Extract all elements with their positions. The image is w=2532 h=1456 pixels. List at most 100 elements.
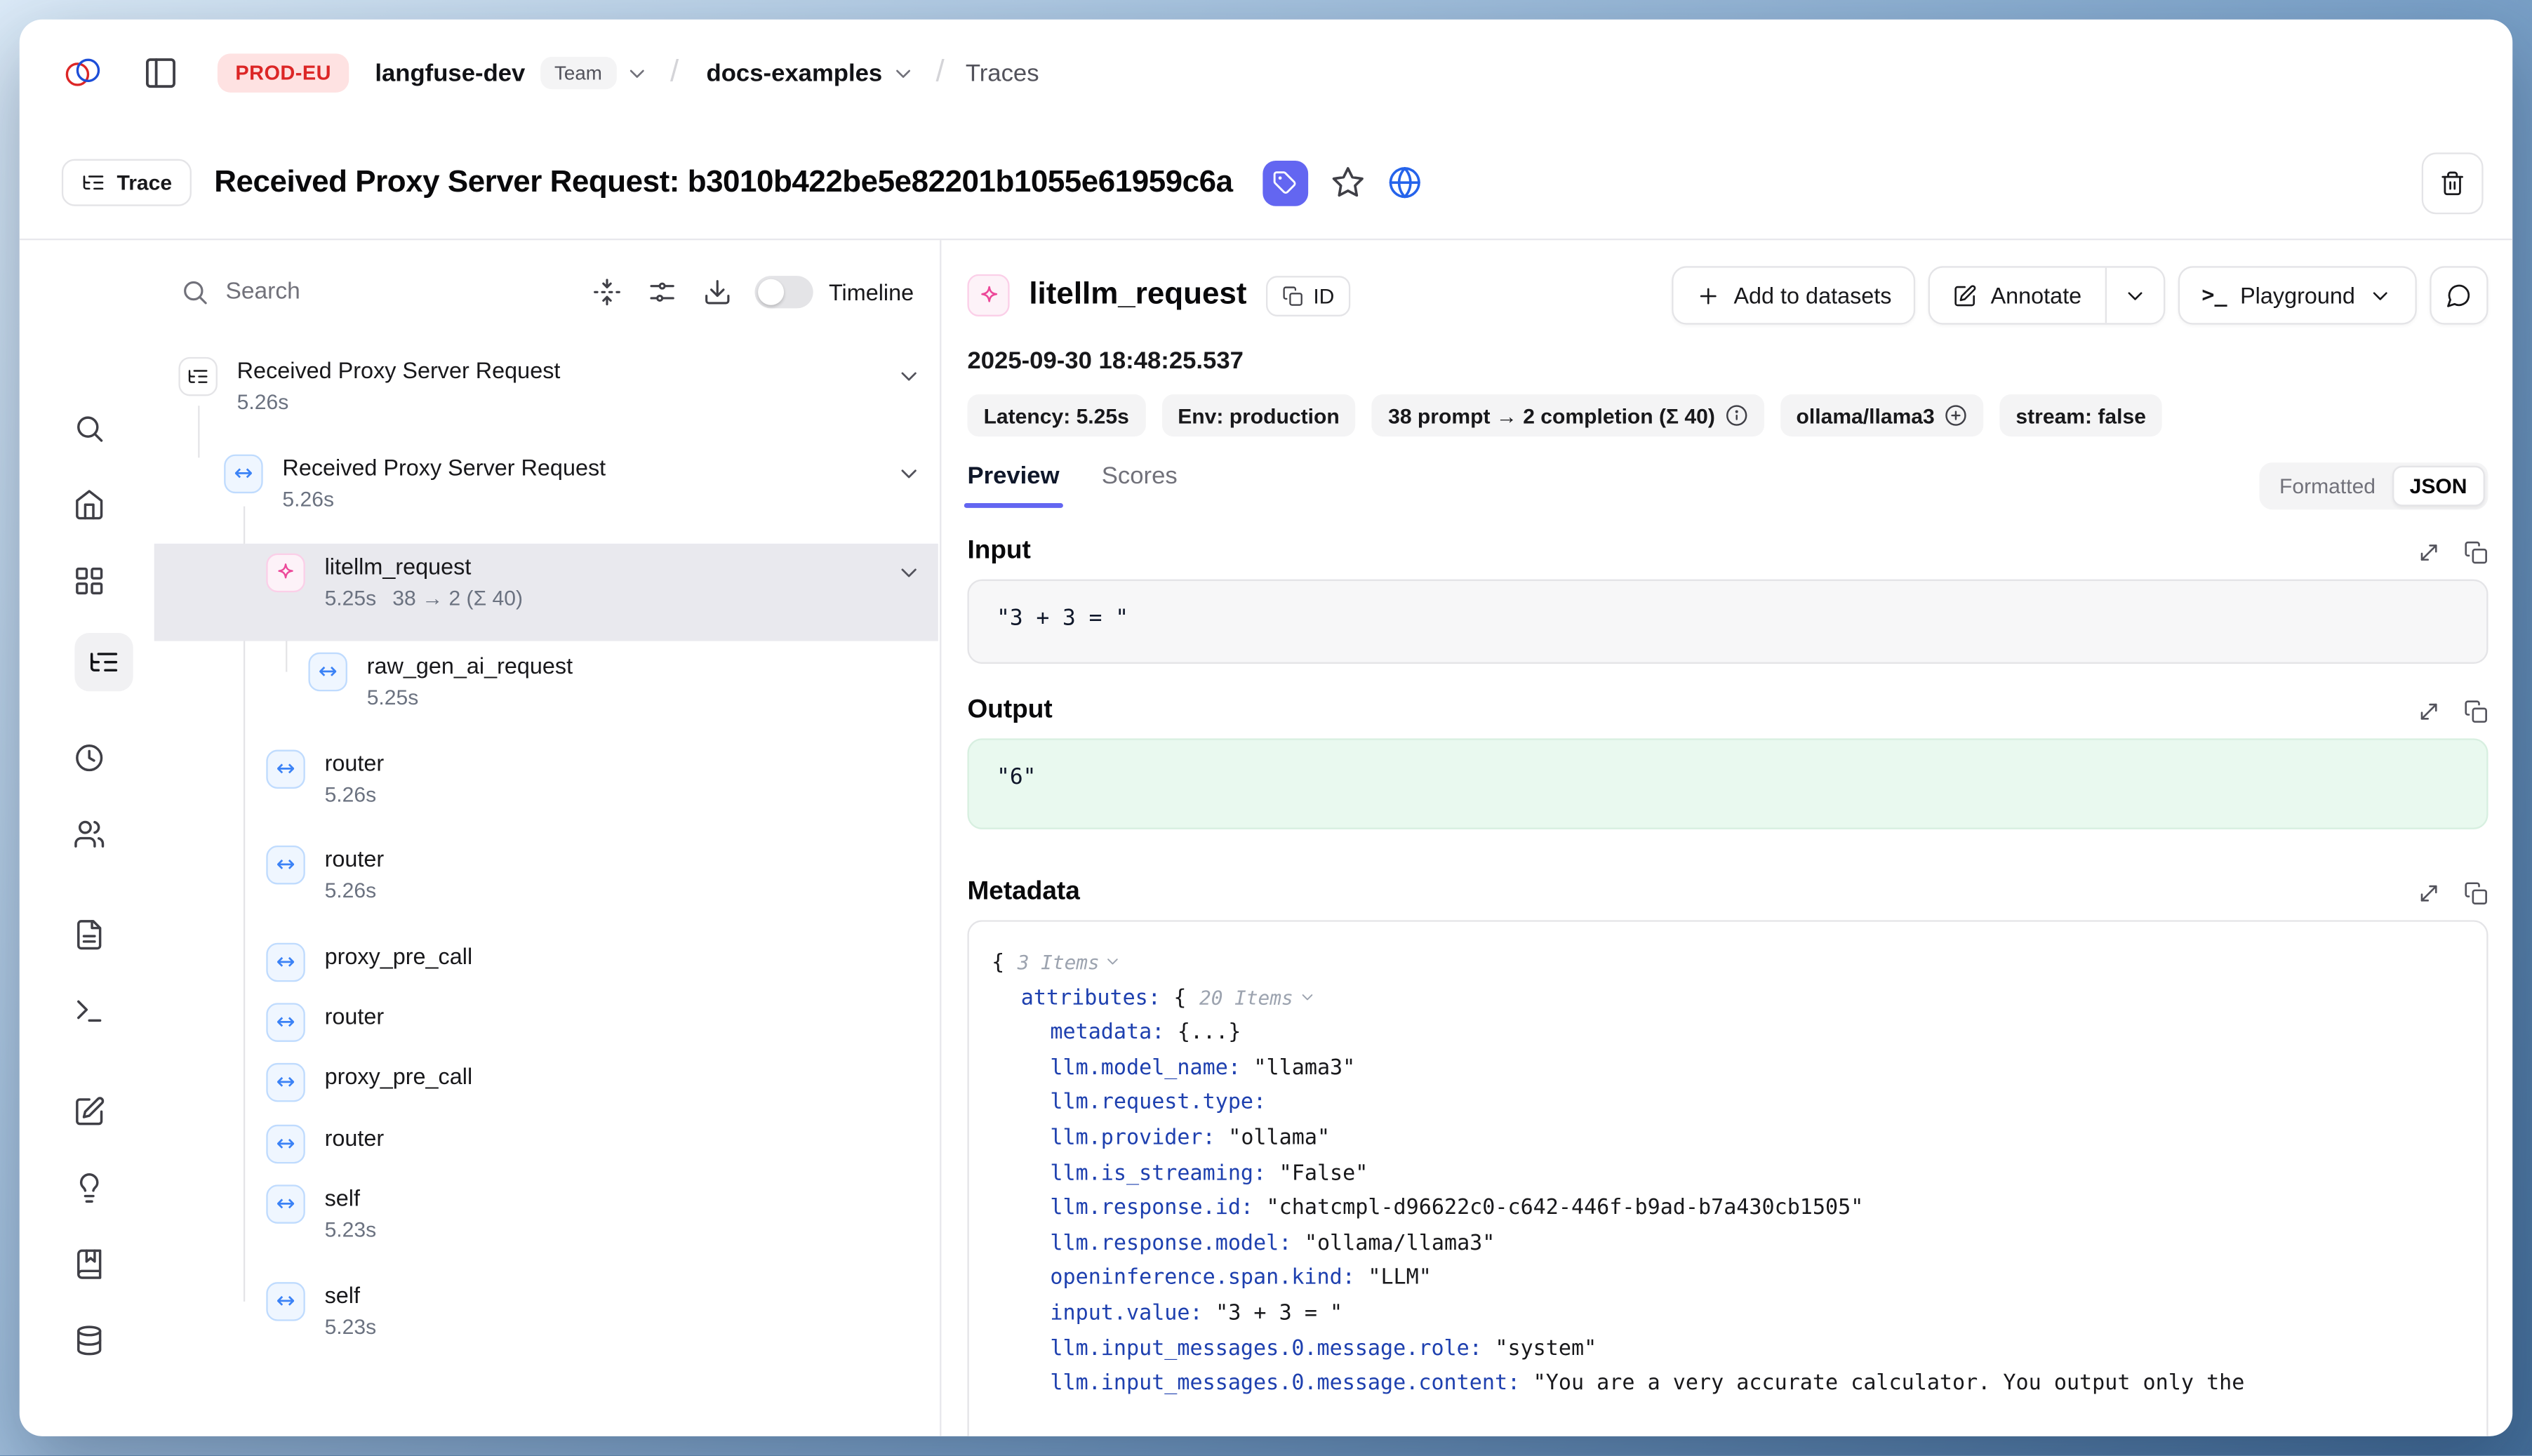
tree-row-label: litellm_request: [325, 554, 523, 580]
tree-row-span[interactable]: ↔ router: [154, 993, 938, 1051]
tree-row-label: raw_gen_ai_request: [367, 653, 573, 679]
input-heading: Input: [967, 537, 1030, 567]
annotation-pen-icon[interactable]: [73, 1095, 105, 1128]
download-icon[interactable]: [702, 277, 732, 307]
copy-icon[interactable]: [2464, 540, 2488, 564]
tree-row-span[interactable]: ↔ router5.26s: [154, 836, 938, 912]
json-key: input.value:: [1050, 1302, 1202, 1326]
view-toggle-json[interactable]: JSON: [2392, 466, 2485, 507]
span-node-icon: ↔: [266, 1184, 305, 1224]
plus-icon: [1696, 283, 1721, 308]
json-line: llm.provider:"ollama": [992, 1121, 2464, 1156]
detail-tabs: Preview Scores Formatted JSON: [967, 462, 2488, 511]
chevron-down-icon[interactable]: [896, 363, 922, 389]
plus-circle-icon[interactable]: [1945, 404, 1967, 427]
breadcrumb-separator: /: [670, 55, 679, 91]
chevron-down-icon[interactable]: [891, 61, 915, 86]
copy-icon[interactable]: [2464, 881, 2488, 905]
chevron-down-icon[interactable]: [896, 560, 922, 586]
tree-toolbar: Timeline: [180, 263, 914, 321]
tree-row-duration: 5.26s: [325, 878, 385, 902]
copy-id-button[interactable]: ID: [1266, 275, 1350, 316]
trace-header: Trace Received Proxy Server Request: b30…: [20, 126, 2512, 240]
breadcrumb-traces[interactable]: Traces: [966, 59, 1039, 86]
prompts-file-icon[interactable]: [73, 919, 105, 951]
desktop-background: PROD-EU langfuse-dev Team / docs-example…: [0, 0, 2532, 1455]
tree-row-generation-selected[interactable]: litellm_request 5.25s38 → 2 (Σ 40): [154, 544, 938, 641]
list-tree-icon: [81, 171, 106, 195]
tree-settings-icon[interactable]: [647, 277, 677, 307]
tree-row-label: router: [325, 1003, 385, 1029]
output-heading: Output: [967, 696, 1052, 726]
json-line: llm.input_messages.0.message.role:"syste…: [992, 1332, 2464, 1367]
json-value: "ollama/llama3": [1305, 1231, 1495, 1256]
copy-icon[interactable]: [2464, 699, 2488, 723]
project-name[interactable]: docs-examples: [707, 59, 883, 86]
tree-row-span[interactable]: ↔ self5.23s: [154, 1175, 938, 1251]
tree-row-span[interactable]: ↔ raw_gen_ai_request5.25s: [154, 643, 938, 719]
langfuse-logo[interactable]: [62, 52, 104, 94]
json-value: "llama3": [1253, 1056, 1355, 1081]
search-icon[interactable]: [73, 412, 105, 444]
tab-preview[interactable]: Preview: [967, 462, 1059, 508]
timeline-toggle[interactable]: [754, 276, 813, 308]
tree-row-trace-root[interactable]: Received Proxy Server Request5.26s: [154, 347, 938, 424]
trace-node-icon: [178, 357, 218, 396]
tree-row-label: router: [325, 846, 385, 871]
delete-trace-button[interactable]: [2422, 152, 2484, 213]
home-icon[interactable]: [73, 488, 105, 521]
metadata-heading: Metadata: [967, 878, 1079, 907]
sessions-clock-icon[interactable]: [73, 742, 105, 774]
trace-chip-label: Trace: [117, 171, 173, 195]
copy-icon: [1282, 285, 1303, 306]
comments-button[interactable]: [2430, 266, 2488, 324]
tab-scores[interactable]: Scores: [1102, 462, 1178, 508]
org-name[interactable]: langfuse-dev: [375, 59, 525, 86]
annotate-button[interactable]: Annotate: [1931, 268, 2105, 323]
search-input[interactable]: [225, 279, 401, 305]
users-icon[interactable]: [73, 818, 105, 850]
json-line: llm.response.model:"ollama/llama3": [992, 1227, 2464, 1262]
tree-row-span[interactable]: ↔ router5.26s: [154, 740, 938, 817]
expand-icon[interactable]: [2417, 699, 2441, 723]
view-toggle-formatted[interactable]: Formatted: [2263, 467, 2392, 505]
lightbulb-icon[interactable]: [73, 1172, 105, 1204]
add-to-datasets-button[interactable]: Add to datasets: [1672, 266, 1917, 324]
tree-row-span[interactable]: ↔ self5.23s: [154, 1272, 938, 1349]
expand-icon[interactable]: [2417, 540, 2441, 564]
collapse-chevron-icon[interactable]: [1105, 953, 1122, 970]
chevron-down-icon[interactable]: [625, 61, 649, 86]
observation-title: litellm_request: [1029, 277, 1246, 313]
playground-button[interactable]: >_ Playground: [2178, 266, 2417, 324]
public-globe-icon[interactable]: [1387, 166, 1421, 200]
id-chip-label: ID: [1313, 283, 1334, 308]
playground-label: Playground: [2240, 282, 2355, 308]
tree-row-span[interactable]: ↔ proxy_pre_call: [154, 1053, 938, 1111]
sidebar-toggle-icon[interactable]: [143, 55, 179, 91]
collapse-chevron-icon[interactable]: [1298, 988, 1316, 1006]
tag-button[interactable]: [1262, 160, 1307, 206]
observation-detail-panel: litellm_request ID Add to datasets Annot…: [941, 240, 2512, 1436]
metadata-json-viewer: {3 Items attributes:{20 Items metadata:{…: [967, 920, 2488, 1436]
datasets-database-icon[interactable]: [73, 1324, 105, 1356]
fold-tree-icon[interactable]: [592, 277, 621, 307]
output-value: "6": [967, 738, 2488, 829]
chevron-down-icon[interactable]: [896, 461, 922, 487]
expand-icon[interactable]: [2417, 881, 2441, 905]
tree-row-span[interactable]: ↔ router: [154, 1115, 938, 1173]
dashboards-icon[interactable]: [73, 565, 105, 597]
json-line: llm.response.id:"chatcmpl-d96622c0-c642-…: [992, 1191, 2464, 1227]
tree-row-duration: 5.23s: [325, 1314, 377, 1339]
star-bookmark-icon[interactable]: [1330, 166, 1364, 200]
tree-row-duration: 5.26s: [282, 487, 606, 512]
tree-row-label: proxy_pre_call: [325, 1063, 473, 1089]
tracing-icon[interactable]: [88, 646, 120, 679]
tree-row-span[interactable]: ↔ proxy_pre_call: [154, 933, 938, 991]
tree-row-span[interactable]: ↔ Received Proxy Server Request5.26s: [154, 445, 938, 521]
span-node-icon: ↔: [266, 943, 305, 982]
info-icon[interactable]: [1725, 404, 1747, 427]
input-value: "3 + 3 = ": [967, 580, 2488, 664]
evals-book-icon[interactable]: [73, 1248, 105, 1281]
annotate-dropdown-button[interactable]: [2106, 268, 2163, 323]
playground-terminal-icon[interactable]: [73, 995, 105, 1027]
